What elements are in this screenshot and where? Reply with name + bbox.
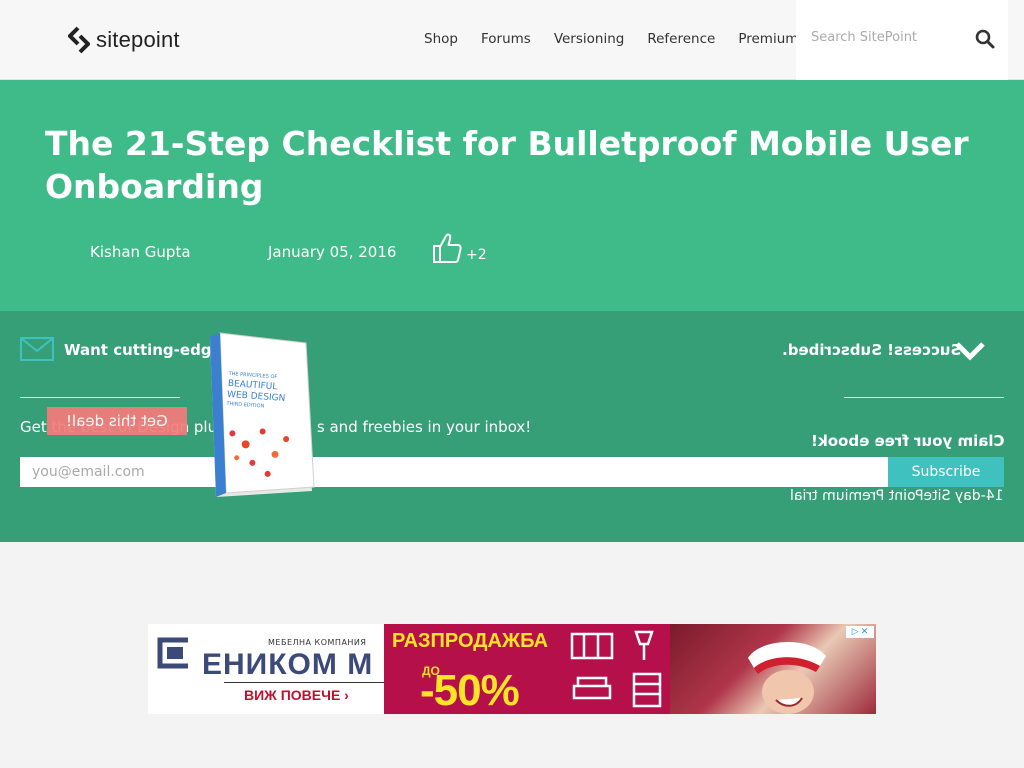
article-title: The 21-Step Checklist for Bulletproof Mo… <box>45 124 969 206</box>
premium-trial-text: 14-day SitePoint Premium trial <box>790 488 1004 504</box>
search-box <box>796 0 1008 80</box>
success-text: Success! Subscribed. <box>781 341 961 359</box>
main-nav: Shop Forums Versioning Reference Premium <box>424 31 821 47</box>
ad-photo-block: ▷ ✕ <box>670 624 876 714</box>
get-deal-label: Get this deal! <box>66 412 168 430</box>
ad-choices[interactable]: ▷ ✕ <box>846 626 874 638</box>
nav-forums[interactable]: Forums <box>481 31 531 47</box>
sitepoint-logo[interactable]: sitepoint <box>68 26 180 54</box>
divider-right <box>844 397 1004 398</box>
article-author[interactable]: Kishan Gupta <box>90 243 191 261</box>
ad-sale-text: РАЗПРОДАЖБА <box>392 630 549 652</box>
mail-icon <box>20 337 54 361</box>
ad-logo-icon <box>157 637 188 669</box>
subscribe-button[interactable]: Subscribe <box>888 457 1004 487</box>
nav-shop[interactable]: Shop <box>424 31 458 47</box>
search-input[interactable] <box>811 30 961 45</box>
like-count: +2 <box>466 247 487 263</box>
claim-ebook-text: Claim your free ebook! <box>810 432 1004 450</box>
ad-sale-block: РАЗПРОДАЖБА ДО -50% <box>384 624 670 714</box>
success-message: Success! Subscribed. <box>782 339 1006 363</box>
article-hero: The 21-Step Checklist for Bulletproof Mo… <box>0 80 1024 311</box>
nav-premium[interactable]: Premium <box>738 31 798 47</box>
divider-left <box>20 397 180 398</box>
advertisement-banner[interactable]: МЕБЕЛНА КОМПАНИЯ ЕНИКОМ М ВИЖ ПОВЕЧЕ › Р… <box>148 624 876 714</box>
newsletter-heading: Want cutting-edge <box>64 341 222 359</box>
chevron-down-icon[interactable] <box>954 339 986 363</box>
ad-info-icon[interactable]: ▷ <box>852 627 859 637</box>
ad-divider <box>224 682 384 683</box>
logo-text: sitepoint <box>96 27 180 52</box>
article-date: January 05, 2016 <box>268 243 397 261</box>
sitepoint-logo-icon <box>68 26 90 54</box>
nav-reference[interactable]: Reference <box>647 31 715 47</box>
ad-subtitle: МЕБЕЛНА КОМПАНИЯ <box>268 638 367 647</box>
newsletter-panel: Want cutting-edge Success! Subscribed. G… <box>0 311 1024 542</box>
ad-photo <box>748 641 826 714</box>
email-field[interactable] <box>20 457 888 487</box>
ad-discount: -50% <box>420 666 520 714</box>
ad-company-name: ЕНИКОМ М <box>202 648 374 681</box>
nav-versioning[interactable]: Versioning <box>554 31 625 47</box>
get-deal-button[interactable]: Get this deal! <box>47 407 187 435</box>
close-icon[interactable]: ✕ <box>861 627 869 637</box>
ad-company-block: МЕБЕЛНА КОМПАНИЯ ЕНИКОМ М ВИЖ ПОВЕЧЕ › <box>148 624 384 714</box>
furniture-icons <box>570 630 662 708</box>
search-icon[interactable] <box>974 28 996 50</box>
ad-more-link[interactable]: ВИЖ ПОВЕЧЕ › <box>244 687 349 703</box>
thumbs-up-icon[interactable] <box>432 232 462 264</box>
ebook-cover: THE PRINCIPLES OF BEAUTIFUL WEB DESIGN T… <box>210 332 315 497</box>
site-header: sitepoint Shop Forums Versioning Referen… <box>0 0 1024 80</box>
